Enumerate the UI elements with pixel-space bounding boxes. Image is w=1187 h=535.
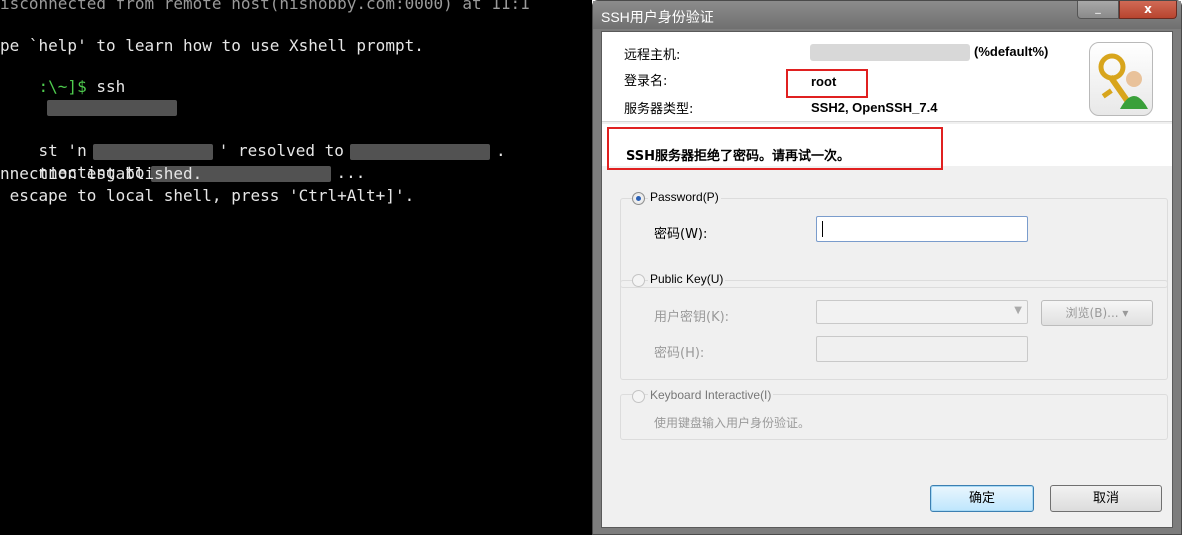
password-radio[interactable]: [632, 192, 645, 205]
user-key-label: 用户密钥(K):: [654, 310, 730, 325]
passphrase-label: 密码(H):: [654, 346, 705, 361]
chevron-down-icon: ▼: [1014, 305, 1022, 316]
connecting-suffix: ...: [336, 163, 366, 182]
keyboard-option-label[interactable]: Keyboard Interactive(I): [648, 388, 774, 402]
minimize-button[interactable]: _: [1077, 1, 1119, 19]
key-user-icon-graphic: [1098, 53, 1148, 109]
remote-host-label: 远程主机:: [624, 48, 681, 63]
connection-info: 远程主机: (%default%) 登录名: root 服务器类型: SSH2,…: [602, 32, 1172, 122]
terminal-line-escape: escape to local shell, press 'Ctrl+Alt+]…: [0, 186, 415, 205]
terminal-line-resolved: st 'n ' resolved to.: [0, 121, 506, 160]
browse-button[interactable]: 浏览(B)... ▾: [1041, 300, 1153, 326]
terminal-line-ssh-command: :\~]$ ssh: [0, 57, 177, 116]
redacted-ip: [349, 143, 490, 160]
keyboard-hint: 使用键盘输入用户身份验证。: [654, 416, 811, 430]
close-button[interactable]: x: [1119, 1, 1177, 19]
password-field-label: 密码(W):: [654, 227, 708, 242]
error-message: SSH服务器拒绝了密码。请再试一次。: [626, 149, 851, 164]
cancel-button[interactable]: 取消: [1050, 485, 1162, 512]
password-option-label[interactable]: Password(P): [648, 190, 721, 204]
terminal-line-disconnected: isconnected from remote host(hisnobby.co…: [0, 0, 530, 13]
login-name-value: root: [811, 74, 837, 89]
dialog-client-area: 远程主机: (%default%) 登录名: root 服务器类型: SSH2,…: [601, 31, 1173, 528]
publickey-radio[interactable]: [632, 274, 645, 287]
server-type-label: 服务器类型:: [624, 102, 694, 117]
dialog-titlebar[interactable]: SSH用户身份验证 _ x: [593, 1, 1181, 29]
resolved-suffix: .: [495, 141, 506, 160]
dialog-title: SSH用户身份验证: [601, 9, 714, 25]
ok-button[interactable]: 确定: [930, 485, 1034, 512]
terminal-line-established: nnection established.: [0, 164, 203, 183]
ssh-auth-dialog: SSH用户身份验证 _ x 远程主机: (%default%) 登录名: roo…: [592, 0, 1182, 535]
user-key-select[interactable]: ▼: [816, 300, 1028, 324]
key-user-icon: [1089, 42, 1153, 116]
server-type-value: SSH2, OpenSSH_7.4: [811, 100, 938, 115]
terminal-line-connecting: nnecting to...: [0, 143, 366, 182]
redacted-host: [46, 99, 177, 116]
text-caret: [822, 221, 823, 237]
terminal-command: ssh: [86, 77, 126, 96]
login-name-label: 登录名:: [624, 74, 668, 89]
terminal-window[interactable]: isconnected from remote host(hisnobby.co…: [0, 0, 592, 535]
terminal-prompt: :\~]$: [38, 77, 87, 96]
redacted-remote-host: [810, 44, 970, 61]
remote-host-suffix: (%default%): [974, 44, 1049, 59]
terminal-line-help: pe `help' to learn how to use Xshell pro…: [0, 36, 424, 55]
publickey-option-label[interactable]: Public Key(U): [648, 272, 726, 286]
passphrase-input[interactable]: [816, 336, 1028, 362]
keyboard-radio[interactable]: [632, 390, 645, 403]
publickey-group: [620, 280, 1168, 380]
password-input[interactable]: [816, 216, 1028, 242]
